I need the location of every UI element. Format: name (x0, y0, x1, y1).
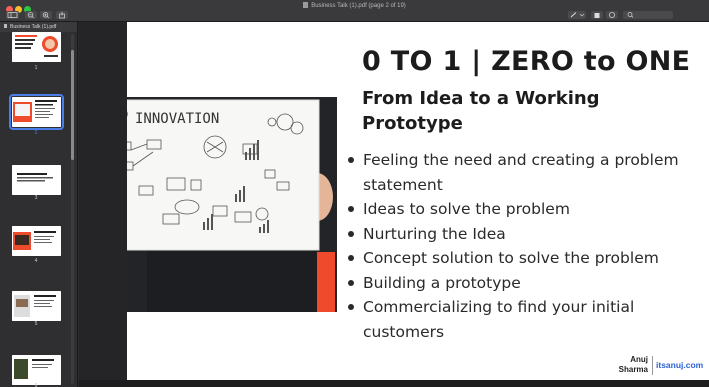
page-2-preview (12, 97, 61, 127)
title-bar: Business Talk (1).pdf (page 2 of 19) (0, 0, 709, 22)
thumbnail-page-number: 1 (34, 65, 38, 71)
thumbnail-page-number: 5 (34, 321, 38, 327)
search-field[interactable] (623, 11, 673, 19)
page-5-preview (12, 291, 61, 321)
thumbnail-page-1[interactable] (12, 32, 61, 62)
sidebar-toggle-button[interactable] (6, 11, 19, 19)
bullet-item: Concept solution to solve the problem (345, 246, 705, 271)
pdf-viewer-window: Business Talk (1).pdf (page 2 of 19) Bus… (0, 0, 709, 387)
document-icon (303, 2, 309, 8)
thumbnail-sidebar: Business Talk (1).pdf 1 2 3 4 5 6 (0, 22, 78, 387)
viewer-bottom-edge (79, 380, 709, 387)
zoom-out-icon (27, 12, 35, 19)
thumbnail-page-number: 2 (34, 130, 38, 136)
thumbnail-page-number: 3 (34, 195, 38, 201)
page-3-preview (12, 165, 61, 195)
page-6-preview (12, 355, 61, 385)
bullet-item: Commercializing to find your initial cus… (345, 295, 705, 344)
disclosure-chevron-icon[interactable] (4, 24, 8, 28)
page-4-preview (12, 226, 61, 256)
thumbnail-page-2[interactable] (9, 94, 64, 130)
bullet-item: Building a prototype (345, 271, 705, 296)
bullet-item: Nurturing the Idea (345, 222, 705, 247)
zoom-out-button[interactable] (25, 11, 37, 19)
markup-button[interactable] (568, 11, 586, 19)
rotate-icon (594, 13, 600, 18)
bullet-list: Feeling the need and creating a problem … (345, 148, 705, 344)
footer-divider (652, 356, 653, 375)
author-website: itsanuj.com (656, 360, 704, 370)
thumbnail-page-6[interactable] (12, 355, 61, 385)
bullet-item: Ideas to solve the problem (345, 197, 705, 222)
info-button[interactable] (606, 11, 618, 19)
document-gutter (79, 22, 127, 387)
zoom-in-button[interactable] (40, 11, 52, 19)
slide-title: 0 TO 1 | ZERO to ONE (362, 46, 691, 77)
rotate-button[interactable] (591, 11, 603, 19)
thumbnail-page-number: 4 (34, 258, 38, 264)
share-button[interactable] (56, 11, 68, 19)
slide-subtitle: From Idea to a Working Prototype (362, 88, 600, 134)
innovation-illustration: INNOVATION (127, 97, 337, 312)
window-title-text: Business Talk (1).pdf (page 2 of 19) (311, 3, 406, 9)
sidebar-icon (7, 12, 18, 18)
thumbnail-page-5[interactable] (12, 291, 61, 321)
thumbnail-page-number: 6 (34, 383, 38, 387)
window-title: Business Talk (1).pdf (page 2 of 19) (0, 2, 709, 9)
slide-page: INNOVATION 0 TO 1 | ZERO to ONE From Ide… (127, 22, 709, 380)
search-icon (627, 12, 634, 18)
author-name: Anuj Sharma (618, 355, 648, 374)
pen-icon (570, 12, 585, 18)
sidebar-document-name: Business Talk (1).pdf (10, 24, 57, 30)
thumbnail-page-3[interactable] (12, 165, 61, 195)
page-1-preview (12, 32, 61, 62)
share-icon (59, 11, 65, 19)
zoom-in-icon (42, 12, 50, 19)
thumbnail-page-4[interactable] (12, 226, 61, 256)
bullet-item: Feeling the need and creating a problem … (345, 148, 705, 197)
illustration-label: INNOVATION (135, 111, 219, 127)
info-icon (609, 12, 615, 18)
sidebar-header: Business Talk (1).pdf (0, 22, 77, 32)
sidebar-scrollbar-thumb[interactable] (71, 50, 74, 160)
